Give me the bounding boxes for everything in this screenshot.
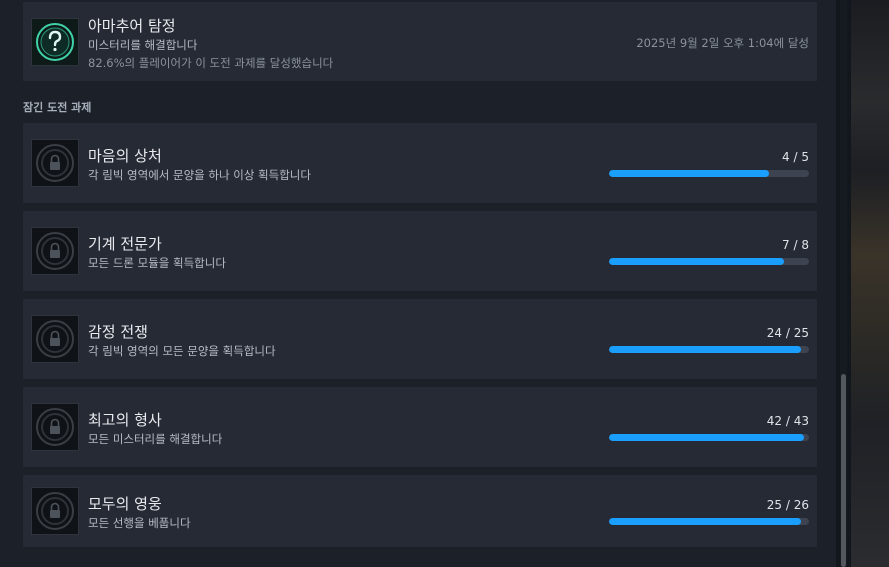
progress-count: 42 / 43 [766, 414, 809, 428]
progress-bar [609, 346, 809, 353]
lock-icon [31, 487, 79, 535]
achievement-description: 미스터리를 해결합니다 [88, 38, 198, 52]
achievement-title: 마음의 상처 [88, 147, 162, 165]
achievement-global-percent: 82.6%의 플레이어가 이 도전 과제를 달성했습니다 [88, 56, 334, 70]
progress-bar [609, 434, 809, 441]
achievements-panel: 아마추어 탐정 미스터리를 해결합니다 82.6%의 플레이어가 이 도전 과제… [0, 0, 836, 567]
section-title-locked: 잠긴 도전 과제 [23, 101, 92, 114]
achievement-card-locked[interactable]: 마음의 상처 각 림빅 영역에서 문양을 하나 이상 획득합니다 4 / 5 [23, 123, 817, 203]
achievement-unlock-date: 2025년 9월 2일 오후 1:04에 달성 [636, 36, 809, 50]
achievement-card-locked[interactable]: 모두의 영웅 모든 선행을 베풉니다 25 / 26 [23, 475, 817, 547]
progress-count: 24 / 25 [766, 326, 809, 340]
achievement-description: 모든 선행을 베풉니다 [88, 516, 191, 530]
achievement-card-locked[interactable]: 최고의 형사 모든 미스터리를 해결합니다 42 / 43 [23, 387, 817, 467]
progress-count: 7 / 8 [782, 238, 809, 252]
lock-icon [31, 315, 79, 363]
achievement-description: 각 림빅 영역에서 문양을 하나 이상 획득합니다 [88, 168, 311, 182]
achievement-card-unlocked[interactable]: 아마추어 탐정 미스터리를 해결합니다 82.6%의 플레이어가 이 도전 과제… [23, 2, 817, 81]
lock-icon [31, 227, 79, 275]
lock-icon [31, 403, 79, 451]
achievement-card-locked[interactable]: 감정 전쟁 각 림빅 영역의 모든 문양을 획득합니다 24 / 25 [23, 299, 817, 379]
progress-bar [609, 170, 809, 177]
achievement-title: 아마추어 탐정 [88, 17, 176, 35]
achievement-title: 모두의 영웅 [88, 495, 162, 513]
progress-count: 4 / 5 [782, 150, 809, 164]
scrollbar-thumb[interactable] [841, 374, 846, 567]
lock-icon [31, 139, 79, 187]
achievement-description: 모든 미스터리를 해결합니다 [88, 432, 223, 446]
achievement-title: 감정 전쟁 [88, 323, 148, 341]
achievement-card-locked[interactable]: 기계 전문가 모든 드론 모듈을 획득합니다 7 / 8 [23, 211, 817, 291]
background-image-edge [851, 0, 889, 567]
progress-count: 25 / 26 [766, 498, 809, 512]
achievement-title: 기계 전문가 [88, 235, 162, 253]
achievement-description: 각 림빅 영역의 모든 문양을 획득합니다 [88, 344, 276, 358]
progress-bar [609, 258, 809, 265]
achievement-description: 모든 드론 모듈을 획득합니다 [88, 256, 226, 270]
question-mark-icon [31, 18, 79, 66]
progress-bar [609, 518, 809, 525]
achievement-title: 최고의 형사 [88, 411, 162, 429]
